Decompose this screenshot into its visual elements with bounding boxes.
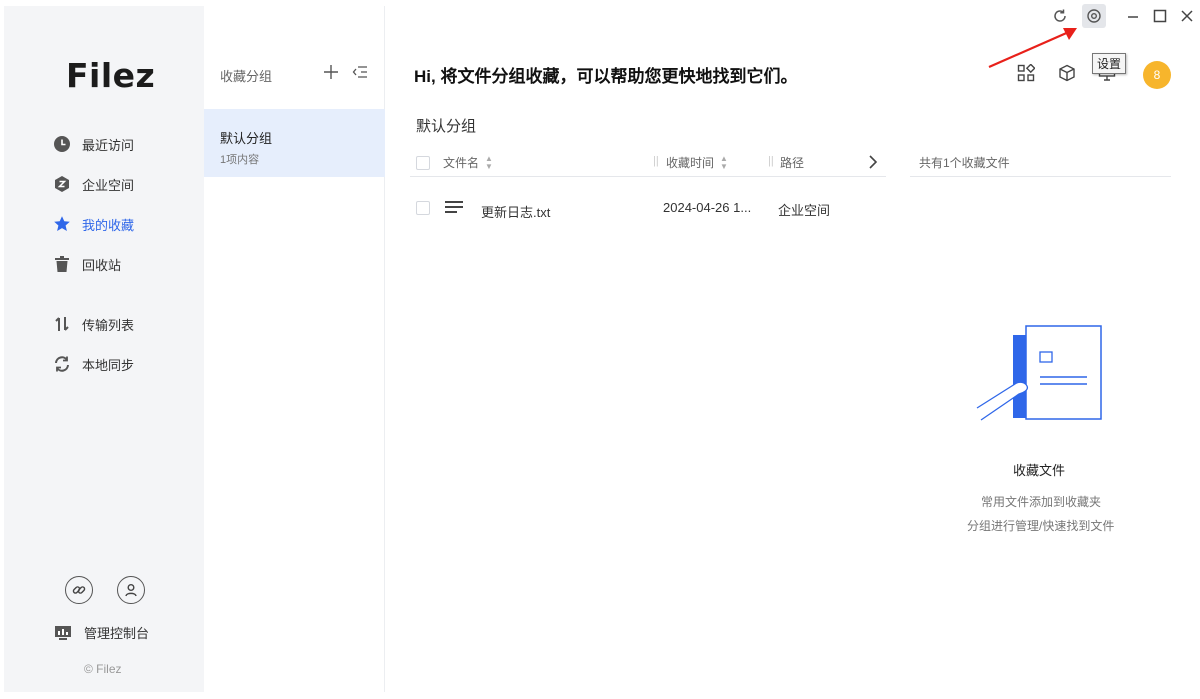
group-item-default[interactable]: 默认分组 1项内容 [204, 109, 385, 177]
user-button[interactable] [117, 576, 145, 604]
column-name-label: 文件名 [443, 156, 480, 170]
sidebar-item-enterprise[interactable]: 企业空间 [52, 172, 134, 196]
table-header: 文件名 ▲ ▼ || 收藏时间 ▲ ▼ || 路径 [410, 149, 886, 177]
column-header-path[interactable]: 路径 [780, 154, 804, 171]
admin-console-button[interactable]: 管理控制台 [54, 623, 149, 642]
sidebar-item-label: 本地同步 [82, 357, 135, 373]
cube-button[interactable] [1056, 62, 1078, 84]
sidebar-item-label: 回收站 [82, 257, 122, 273]
transfer-icon [52, 314, 72, 334]
gear-icon [1087, 9, 1101, 23]
expand-columns-button[interactable] [866, 153, 880, 174]
sync-icon [52, 354, 72, 374]
user-avatar[interactable]: 8 [1143, 61, 1171, 89]
empty-state-description: 常用文件添加到收藏夹 [981, 495, 1102, 509]
link-icon [72, 586, 86, 594]
empty-state-description: 分组进行管理/快速找到文件 [967, 519, 1115, 533]
list-sort-icon [352, 66, 367, 78]
settings-button[interactable] [1084, 6, 1104, 26]
sidebar-item-label: 最近访问 [82, 137, 135, 153]
column-separator[interactable]: || [653, 155, 659, 167]
sidebar-item-label: 我的收藏 [82, 217, 135, 233]
sidebar: Filez 最近访问 企业空间 我的收藏 回收站 传输列表 本地同步 管理控制台… [4, 6, 204, 692]
sort-icon: ▲ ▼ [485, 153, 493, 171]
app-logo: Filez [66, 56, 156, 95]
settings-tooltip: 设置 [1092, 53, 1127, 74]
enterprise-icon [52, 174, 72, 194]
sidebar-item-recent[interactable]: 最近访问 [52, 132, 134, 156]
close-button[interactable] [1177, 6, 1197, 26]
sidebar-item-sync[interactable]: 本地同步 [52, 352, 134, 376]
select-all-checkbox[interactable] [416, 156, 430, 170]
favorites-illustration [976, 325, 1102, 421]
sidebar-item-favorites[interactable]: 我的收藏 [52, 212, 134, 236]
groups-title: 收藏分组 [220, 69, 273, 84]
clock-icon [52, 134, 72, 154]
star-icon [52, 214, 72, 234]
cube-icon [1059, 64, 1075, 82]
app-window: Filez 最近访问 企业空间 我的收藏 回收站 传输列表 本地同步 管理控制台… [0, 0, 1200, 699]
maximize-icon [1153, 9, 1167, 23]
groups-panel: 收藏分组 默认分组 1项内容 [204, 6, 385, 692]
row-checkbox[interactable] [416, 201, 430, 215]
sidebar-item-trash[interactable]: 回收站 [52, 252, 121, 276]
sort-icon: ▲ ▼ [720, 153, 728, 171]
page-headline: Hi, 将文件分组收藏，可以帮助您更快地找到它们。 [414, 67, 798, 86]
monitor-icon [54, 625, 72, 641]
add-group-button[interactable] [322, 62, 340, 82]
sidebar-item-transfer[interactable]: 传输列表 [52, 312, 134, 336]
copyright-text: © Filez [84, 662, 122, 676]
column-header-name[interactable]: 文件名 ▲ ▼ [443, 154, 493, 171]
sidebar-item-label: 企业空间 [82, 177, 135, 193]
minimize-button[interactable] [1123, 6, 1143, 26]
favorites-count: 共有1个收藏文件 [910, 149, 1171, 177]
minimize-icon [1128, 16, 1138, 18]
apps-grid-icon [1017, 64, 1035, 82]
column-path-label: 路径 [780, 156, 805, 170]
chevron-right-icon [869, 155, 878, 169]
table-row[interactable]: 更新日志.txt 2024-04-26 1... 企业空间 [410, 193, 886, 223]
column-time-label: 收藏时间 [666, 156, 715, 170]
empty-state-title: 收藏文件 [1013, 463, 1066, 478]
group-count: 1项内容 [220, 154, 260, 166]
column-separator[interactable]: || [768, 155, 774, 167]
file-time: 2024-04-26 1... [663, 200, 752, 215]
group-name: 默认分组 [220, 131, 273, 146]
column-header-time[interactable]: 收藏时间 ▲ ▼ [666, 154, 728, 171]
section-title: 默认分组 [416, 118, 477, 135]
file-name: 更新日志.txt [481, 205, 551, 220]
admin-console-label: 管理控制台 [84, 626, 150, 641]
close-icon [1181, 10, 1193, 22]
plus-icon [324, 65, 338, 79]
link-button[interactable] [65, 576, 93, 604]
apps-button[interactable] [1015, 62, 1037, 84]
maximize-button[interactable] [1150, 6, 1170, 26]
text-file-icon [444, 199, 464, 220]
trash-icon [52, 254, 72, 274]
sort-groups-button[interactable] [352, 64, 368, 80]
sidebar-item-label: 传输列表 [82, 317, 135, 333]
file-path: 企业空间 [778, 203, 831, 218]
user-icon [125, 584, 137, 597]
